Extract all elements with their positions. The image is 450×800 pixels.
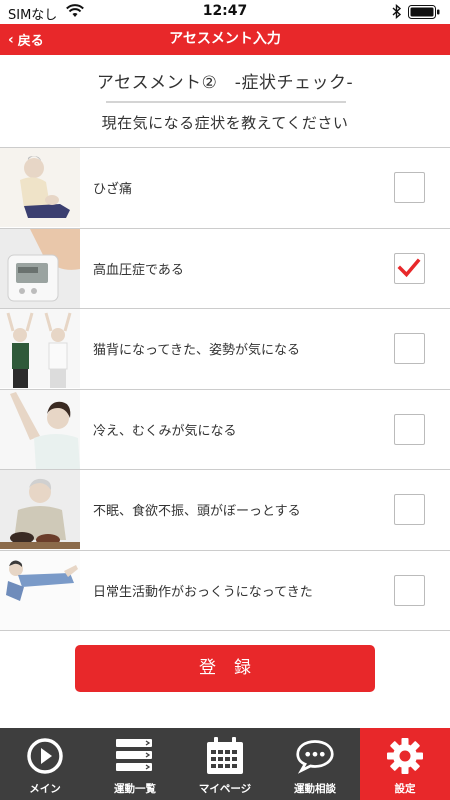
tab-label: 設定 — [394, 783, 416, 795]
title-divider — [106, 101, 346, 103]
tab-settings[interactable]: 設定 — [360, 728, 450, 800]
symptom-label: 日常生活動作がおっくうになってきた — [93, 584, 313, 600]
tab-bar: メイン 運動一覧 マイページ 運動相談 設定 — [0, 728, 450, 800]
symptom-label: 高血圧症である — [93, 262, 184, 278]
chat-icon — [296, 740, 334, 774]
tab-main[interactable]: メイン — [0, 728, 90, 800]
arm-stretch-photo — [0, 389, 80, 469]
symptom-label: 冷え、むくみが気になる — [93, 423, 237, 439]
tab-label: 運動一覧 — [114, 783, 156, 795]
symptom-list: ひざ痛 高血圧症である 猫背になってきた、姿勢が気になる 冷え、むくみが気になる… — [0, 147, 450, 631]
symptom-row-posture[interactable]: 猫背になってきた、姿勢が気になる — [0, 309, 450, 390]
symptom-label: 猫背になってきた、姿勢が気になる — [93, 343, 300, 358]
register-button[interactable]: 登録 — [75, 645, 375, 692]
symptom-row-insomnia[interactable]: 不眠、食欲不振、頭がぼーっとする — [0, 470, 450, 551]
symptom-row-daily-activity[interactable]: 日常生活動作がおっくうになってきた — [0, 550, 450, 631]
elderly-meal-photo — [0, 470, 80, 549]
symptom-row-knee-pain[interactable]: ひざ痛 — [0, 148, 450, 229]
battery-icon — [408, 5, 440, 19]
tab-label: 運動相談 — [294, 783, 336, 795]
section-title: アセスメント② -症状チェック- — [96, 73, 354, 93]
tab-label: マイページ — [198, 783, 252, 795]
nav-bar: ‹ 戻る アセスメント入力 — [0, 24, 450, 55]
tab-exercise-list[interactable]: 運動一覧 — [90, 728, 180, 800]
symptom-checkbox[interactable] — [394, 172, 425, 203]
symptom-label: ひざ痛 — [93, 182, 133, 197]
checkmark-icon — [397, 258, 421, 277]
tab-label: メイン — [29, 783, 61, 795]
symptom-label: 不眠、食欲不振、頭がぼーっとする — [93, 504, 301, 519]
knee-pain-photo — [0, 148, 80, 227]
symptom-checkbox[interactable] — [394, 333, 425, 364]
stretching-couple-photo — [0, 309, 80, 388]
section-subtitle: 現在気になる症状を教えてください — [101, 114, 349, 132]
calendar-icon — [207, 737, 243, 774]
page-title: アセスメント入力 — [169, 31, 281, 47]
symptom-row-hypertension[interactable]: 高血圧症である — [0, 228, 450, 309]
symptom-checkbox[interactable] — [394, 494, 425, 525]
bluetooth-icon — [392, 4, 402, 19]
symptom-checkbox[interactable] — [394, 252, 425, 284]
symptom-row-cold-swelling[interactable]: 冷え、むくみが気になる — [0, 389, 450, 470]
status-time: 12:47 — [202, 3, 248, 19]
status-bar: SIMなし 12:47 — [0, 0, 450, 24]
symptom-checkbox[interactable] — [394, 574, 425, 606]
tab-mypage[interactable]: マイページ — [180, 728, 270, 800]
tab-consultation[interactable]: 運動相談 — [270, 728, 360, 800]
lying-man-photo — [0, 550, 80, 630]
gear-icon — [387, 738, 423, 774]
symptom-checkbox[interactable] — [394, 413, 425, 445]
play-icon — [27, 738, 63, 774]
blood-pressure-monitor-photo — [0, 228, 80, 308]
list-icon — [116, 739, 152, 771]
